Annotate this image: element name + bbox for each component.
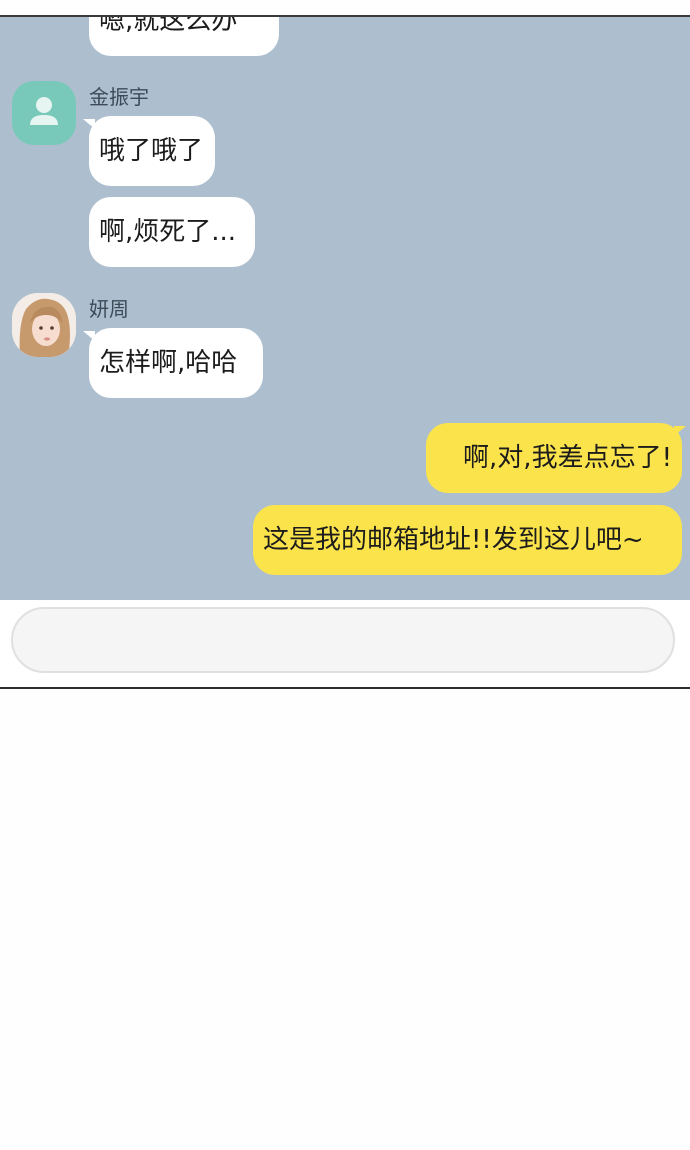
message-text: 怎样啊,哈哈 bbox=[99, 348, 238, 378]
sender-name: 妍周 bbox=[89, 297, 129, 321]
avatar-jin[interactable] bbox=[12, 81, 76, 145]
avatar-yeon[interactable] bbox=[12, 293, 76, 357]
composer-bar bbox=[0, 600, 690, 687]
message-bubble-incoming[interactable]: 怎样啊,哈哈 bbox=[89, 328, 263, 398]
message-bubble-incoming[interactable]: 嗯,就这么办 bbox=[89, 17, 279, 56]
person-icon bbox=[30, 97, 58, 125]
bottom-divider bbox=[0, 687, 690, 689]
message-text: 啊,对,我差点忘了! bbox=[463, 443, 672, 473]
message-text: 这是我的邮箱地址!!发到这儿吧~ bbox=[263, 525, 644, 555]
message-bubble-incoming[interactable]: 哦了哦了 bbox=[89, 116, 215, 186]
message-bubble-incoming[interactable]: 啊,烦死了... bbox=[89, 197, 255, 267]
message-list[interactable]: 嗯,就这么办 金振宇 哦了哦了 啊,烦死了... 妍周 怎样啊,哈哈 啊,对,我… bbox=[0, 17, 690, 600]
message-bubble-outgoing[interactable]: 啊,对,我差点忘了! bbox=[426, 423, 682, 493]
message-text: 啊,烦死了... bbox=[99, 217, 237, 247]
message-input[interactable] bbox=[11, 607, 675, 673]
message-bubble-outgoing[interactable]: 这是我的邮箱地址!!发到这儿吧~ bbox=[253, 505, 682, 575]
chat-screen: 嗯,就这么办 金振宇 哦了哦了 啊,烦死了... 妍周 怎样啊,哈哈 啊,对,我… bbox=[0, 0, 690, 689]
message-text: 嗯,就这么办 bbox=[99, 17, 238, 36]
message-text: 哦了哦了 bbox=[99, 136, 204, 166]
sender-name: 金振宇 bbox=[89, 85, 149, 109]
profile-photo bbox=[12, 293, 76, 357]
